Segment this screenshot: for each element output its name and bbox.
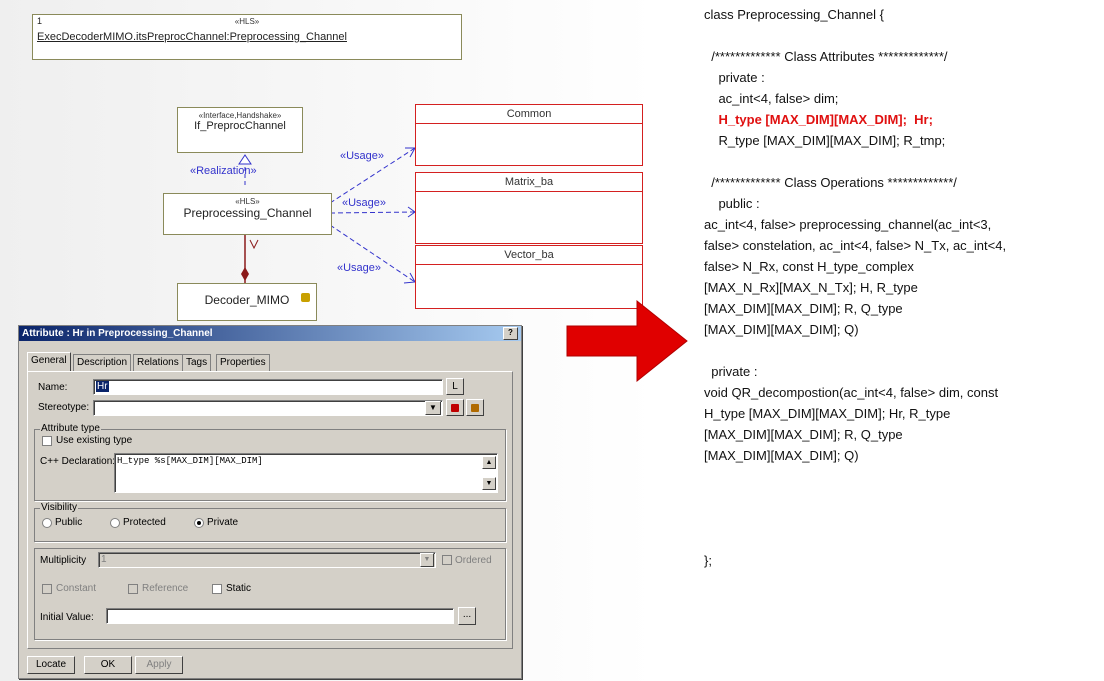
code-line: public : xyxy=(704,196,760,211)
close-icon[interactable]: ? xyxy=(503,327,518,340)
tab-properties[interactable]: Properties xyxy=(216,354,270,371)
public-radio[interactable] xyxy=(42,518,52,528)
lock-icon xyxy=(301,293,310,302)
private-label: Private xyxy=(207,517,239,528)
code-line: false> constelation, ac_int<4, false> N_… xyxy=(704,238,1007,253)
initial-value-label: Initial Value: xyxy=(40,612,94,623)
initial-value-field[interactable] xyxy=(106,608,454,624)
name-field[interactable]: Hr xyxy=(93,379,443,395)
use-existing-checkbox[interactable] xyxy=(42,436,52,446)
ordered-checkbox[interactable] xyxy=(442,555,452,565)
interface-name: If_PreprocChannel xyxy=(194,120,286,132)
multiplicity-field[interactable]: 1 xyxy=(98,552,436,568)
private-radio[interactable] xyxy=(194,518,204,528)
public-label: Public xyxy=(55,517,83,528)
initial-value-browse-button[interactable]: ... xyxy=(458,607,476,625)
code-line: ac_int<4, false> dim; xyxy=(704,91,839,106)
ordered-label: Ordered xyxy=(455,555,492,566)
tab-general[interactable]: General xyxy=(27,352,71,372)
protected-radio[interactable] xyxy=(110,518,120,528)
name-label: Name: xyxy=(38,382,68,393)
stereotype-new-icon[interactable] xyxy=(446,399,464,416)
cpp-declaration-label: C++ Declaration: xyxy=(40,456,116,467)
interface-box[interactable]: «Interface,Handshake» If_PreprocChannel xyxy=(177,107,303,153)
visibility-label: Visibility xyxy=(40,502,78,513)
class-box-matrix[interactable]: Matrix_ba xyxy=(415,172,643,244)
composition-diamond xyxy=(241,267,249,281)
scroll-down-icon[interactable]: ▼ xyxy=(482,477,496,490)
dialog-title: Attribute : Hr in Preprocessing_Channel xyxy=(22,328,213,339)
protected-label: Protected xyxy=(123,517,166,528)
code-line: /************* Class Operations ********… xyxy=(704,175,957,190)
code-line: [MAX_DIM][MAX_DIM]; R, Q_type xyxy=(704,301,903,316)
class-name-matrix: Matrix_ba xyxy=(416,173,642,192)
tab-relations[interactable]: Relations xyxy=(133,354,183,371)
code-line: H_type [MAX_DIM][MAX_DIM]; Hr; xyxy=(704,112,933,127)
code-line: ac_int<4, false> preprocessing_channel(a… xyxy=(704,217,992,232)
hls-class-name: Preprocessing_Channel xyxy=(183,206,312,220)
code-line: private : xyxy=(704,364,758,379)
class-name-vector: Vector_ba xyxy=(416,246,642,265)
code-line: }; xyxy=(704,553,712,568)
hls-class-box[interactable]: «HLS» Preprocessing_Channel xyxy=(163,193,332,235)
multiplicity-label: Multiplicity xyxy=(40,555,87,566)
stereotype-select[interactable] xyxy=(93,400,443,416)
usage-line-matrix xyxy=(329,211,416,214)
code-line: /************* Class Attributes ********… xyxy=(704,49,948,64)
code-line: false> N_Rx, const H_type_complex xyxy=(704,259,914,274)
decoder-box[interactable]: Decoder_MIMO xyxy=(177,283,317,321)
usage-label-vector: «Usage» xyxy=(337,262,382,274)
hls-stereotype: «HLS» xyxy=(235,197,260,206)
ok-button[interactable]: OK xyxy=(84,656,132,674)
dialog-title-bar[interactable]: Attribute : Hr in Preprocessing_Channel … xyxy=(19,326,521,341)
stereotype-label: Stereotype: xyxy=(38,402,90,413)
code-line: class Preprocessing_Channel { xyxy=(704,7,884,22)
use-existing-label: Use existing type xyxy=(56,435,133,446)
code-line: H_type [MAX_DIM][MAX_DIM]; Hr, R_type xyxy=(704,406,951,421)
static-label: Static xyxy=(226,583,252,594)
attribute-dialog: Attribute : Hr in Preprocessing_Channel … xyxy=(18,325,522,679)
code-line: R_type [MAX_DIM][MAX_DIM]; R_tmp; xyxy=(704,133,946,148)
code-line: void QR_decompostion(ac_int<4, false> di… xyxy=(704,385,999,400)
code-line: [MAX_DIM][MAX_DIM]; R, Q_type xyxy=(704,427,903,442)
scroll-up-icon[interactable]: ▲ xyxy=(482,456,496,469)
cpp-declaration-field[interactable]: H_type %s[MAX_DIM][MAX_DIM] xyxy=(114,453,498,493)
constant-checkbox[interactable] xyxy=(42,584,52,594)
constant-label: Constant xyxy=(56,583,97,594)
chevron-down-icon[interactable]: ▼ xyxy=(420,553,434,567)
multiplicity-value: 1 xyxy=(101,554,107,565)
code-line: [MAX_DIM][MAX_DIM]; Q) xyxy=(704,322,859,337)
code-panel: class Preprocessing_Channel { /*********… xyxy=(700,0,1104,681)
class-name-common: Common xyxy=(416,105,642,124)
usage-label-matrix: «Usage» xyxy=(342,197,387,209)
visibility-group xyxy=(34,508,506,542)
name-value: Hr xyxy=(96,381,109,392)
class-box-common[interactable]: Common xyxy=(415,104,643,166)
composition-arrow xyxy=(249,239,259,250)
stereotype-edit-icon[interactable] xyxy=(466,399,484,416)
tab-tags[interactable]: Tags xyxy=(182,354,212,371)
reference-label: Reference xyxy=(142,583,189,594)
code-line: private : xyxy=(704,70,765,85)
realization-label: «Realization» xyxy=(190,165,257,177)
static-checkbox[interactable] xyxy=(212,584,222,594)
realization-arrowhead xyxy=(238,154,252,165)
attribute-type-label: Attribute type xyxy=(40,423,101,434)
tab-description[interactable]: Description xyxy=(73,354,132,371)
usage-label-common: «Usage» xyxy=(340,150,385,162)
decoder-name: Decoder_MIMO xyxy=(204,293,290,307)
reference-checkbox[interactable] xyxy=(128,584,138,594)
interface-stereotype: «Interface,Handshake» xyxy=(198,111,282,120)
name-locate-button[interactable]: L xyxy=(446,378,464,395)
general-panel: Name: Hr L Stereotype: ▼ Attribute type … xyxy=(27,371,513,649)
code-line: [MAX_DIM][MAX_DIM]; Q) xyxy=(704,448,859,463)
chevron-down-icon[interactable]: ▼ xyxy=(425,401,441,415)
code-line: [MAX_N_Rx][MAX_N_Tx]; H, R_type xyxy=(704,280,918,295)
arrow-right-icon xyxy=(566,299,688,383)
locate-button[interactable]: Locate xyxy=(27,656,75,674)
cpp-declaration-value: H_type %s[MAX_DIM][MAX_DIM] xyxy=(117,456,263,466)
apply-button[interactable]: Apply xyxy=(135,656,183,674)
